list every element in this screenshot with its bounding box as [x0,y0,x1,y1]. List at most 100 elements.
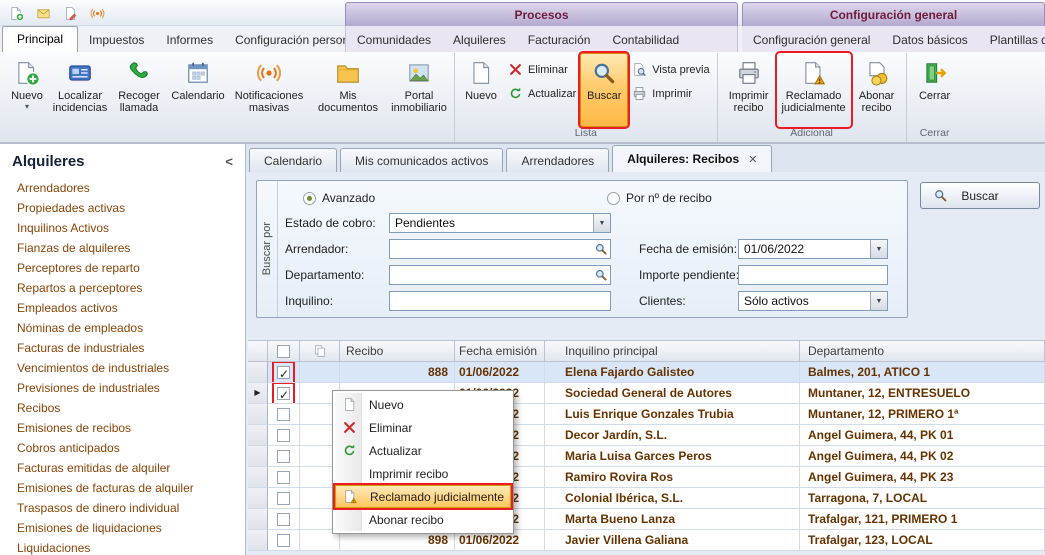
chevron-down-icon[interactable]: ▼ [593,214,610,232]
row-checkbox-cell[interactable] [268,383,300,404]
sidebar-item-perceptores[interactable]: Perceptores de reparto [0,258,245,278]
row-selector[interactable] [248,509,268,530]
tab-alquileres[interactable]: Alquileres [442,28,517,52]
row-checkbox-cell[interactable] [268,530,300,551]
localizar-incidencias-button[interactable]: Localizar incidencias [49,53,111,127]
buscar-button[interactable]: Buscar [580,53,628,127]
sidebar-item-cobros-anticipados[interactable]: Cobros anticipados [0,438,245,458]
row-checkbox-cell[interactable] [268,404,300,425]
sidebar-item-propiedades-activas[interactable]: Propiedades activas [0,198,245,218]
menu-item-imprimir-recibo[interactable]: Imprimir recibo [335,462,511,485]
departamento-input[interactable] [389,265,611,285]
edit-document-icon[interactable] [60,3,80,23]
actualizar-button[interactable]: Actualizar [504,85,580,102]
sidebar-item-nominas[interactable]: Nóminas de empleados [0,318,245,338]
sidebar-item-empleados[interactable]: Empleados activos [0,298,245,318]
tab-plantillas-texto[interactable]: Plantillas de texto [979,28,1045,52]
doc-tab-calendario[interactable]: Calendario [249,148,337,172]
radio-button-icon[interactable] [303,192,316,205]
header-recibo[interactable]: Recibo [340,340,455,362]
eliminar-button[interactable]: Eliminar [504,61,580,78]
tab-comunidades[interactable]: Comunidades [346,28,442,52]
row-checkbox-cell[interactable] [268,488,300,509]
row-checkbox-cell[interactable] [268,509,300,530]
row-selector[interactable] [248,530,268,551]
table-row[interactable]: 888 01/06/2022 Elena Fajardo Galisteo Ba… [248,362,1045,383]
vista-previa-button[interactable]: Vista previa [628,61,713,78]
row-checkbox[interactable] [277,513,290,526]
row-checkbox[interactable] [277,429,290,442]
imprimir-button[interactable]: Imprimir [628,85,713,102]
row-selector[interactable] [248,404,268,425]
row-checkbox[interactable] [277,366,290,379]
inquilino-input[interactable] [389,291,611,311]
calendario-button[interactable]: Calendario [167,53,229,127]
importe-pendiente-input[interactable] [738,265,888,285]
radio-avanzado[interactable]: Avanzado [303,191,375,205]
header-departamento[interactable]: Departamento [800,340,1045,362]
row-checkbox[interactable] [277,471,290,484]
sidebar-item-recibos[interactable]: Recibos [0,398,245,418]
radio-button-icon[interactable] [607,192,620,205]
doc-tab-arrendadores[interactable]: Arrendadores [506,148,609,172]
row-selector[interactable] [248,488,268,509]
sidebar-item-liquidaciones[interactable]: Liquidaciones [0,538,245,555]
search-icon[interactable] [592,267,609,283]
nuevo-button[interactable]: Nuevo ▾ [5,53,49,127]
estado-cobro-combo[interactable]: Pendientes▼ [389,213,611,233]
sidebar-item-facturas-emitidas[interactable]: Facturas emitidas de alquiler [0,458,245,478]
fecha-emision-combo[interactable]: 01/06/2022▼ [738,239,888,259]
close-icon[interactable]: ✕ [748,153,757,166]
pages-icon[interactable] [300,340,340,362]
row-checkbox-cell[interactable] [268,362,300,383]
chevron-down-icon[interactable]: ▼ [870,240,887,258]
chevron-down-icon[interactable]: ▼ [870,292,887,310]
imprimir-recibo-button[interactable]: Imprimir recibo [721,53,777,127]
tab-datos-basicos[interactable]: Datos básicos [881,28,978,52]
row-checkbox[interactable] [277,387,290,400]
search-icon[interactable] [592,241,609,257]
mis-documentos-button[interactable]: Mis documentos [309,53,387,127]
row-checkbox-cell[interactable] [268,467,300,488]
portal-inmobiliario-button[interactable]: Portal inmobiliario [387,53,451,127]
row-checkbox[interactable] [277,534,290,547]
row-selector[interactable] [248,362,268,383]
radio-por-numero[interactable]: Por nº de recibo [607,191,712,205]
row-selector[interactable]: ▶ [248,383,268,404]
clientes-combo[interactable]: Sólo activos▼ [738,291,888,311]
sidebar-item-vencimientos[interactable]: Vencimientos de industriales [0,358,245,378]
buscar-search-button[interactable]: Buscar [920,182,1040,209]
tab-facturacion[interactable]: Facturación [517,28,602,52]
mail-icon[interactable] [33,3,53,23]
doc-tab-alquileres-recibos[interactable]: Alquileres: Recibos ✕ [612,145,772,172]
sidebar-item-inquilinos-activos[interactable]: Inquilinos Activos [0,218,245,238]
row-checkbox-cell[interactable] [268,425,300,446]
abonar-recibo-button[interactable]: Abonar recibo [851,53,903,127]
sidebar-item-previsiones[interactable]: Previsiones de industriales [0,378,245,398]
reclamado-judicialmente-button[interactable]: Reclamado judicialmente [777,53,851,127]
row-checkbox[interactable] [277,450,290,463]
header-checkbox[interactable] [268,340,300,362]
arrendador-input[interactable] [389,239,611,259]
sidebar-item-traspasos[interactable]: Traspasos de dinero individual [0,498,245,518]
row-selector[interactable] [248,425,268,446]
tab-principal[interactable]: Principal [2,26,78,52]
doc-tab-comunicados[interactable]: Mis comunicados activos [340,148,503,172]
menu-item-abonar-recibo[interactable]: Abonar recibo [335,508,511,531]
row-selector[interactable] [248,467,268,488]
sidebar-item-emisiones-recibos[interactable]: Emisiones de recibos [0,418,245,438]
tab-configuracion-general[interactable]: Configuración general [742,28,881,52]
menu-item-reclamado-judicialmente[interactable]: Reclamado judicialmente [335,485,511,508]
header-fecha-emision[interactable]: Fecha emisión [455,340,545,362]
sidebar-item-arrendadores[interactable]: Arrendadores [0,178,245,198]
sidebar-item-fianzas[interactable]: Fianzas de alquileres [0,238,245,258]
menu-item-nuevo[interactable]: Nuevo [335,393,511,416]
notificaciones-masivas-button[interactable]: Notificaciones masivas [229,53,309,127]
row-selector[interactable] [248,446,268,467]
recoger-llamada-button[interactable]: Recoger llamada [111,53,167,127]
sidebar-item-facturas-industriales[interactable]: Facturas de industriales [0,338,245,358]
cerrar-button[interactable]: Cerrar [910,53,960,127]
tab-contabilidad[interactable]: Contabilidad [601,28,690,52]
menu-item-eliminar[interactable]: Eliminar [335,416,511,439]
header-inquilino-principal[interactable]: Inquilino principal [545,340,800,362]
